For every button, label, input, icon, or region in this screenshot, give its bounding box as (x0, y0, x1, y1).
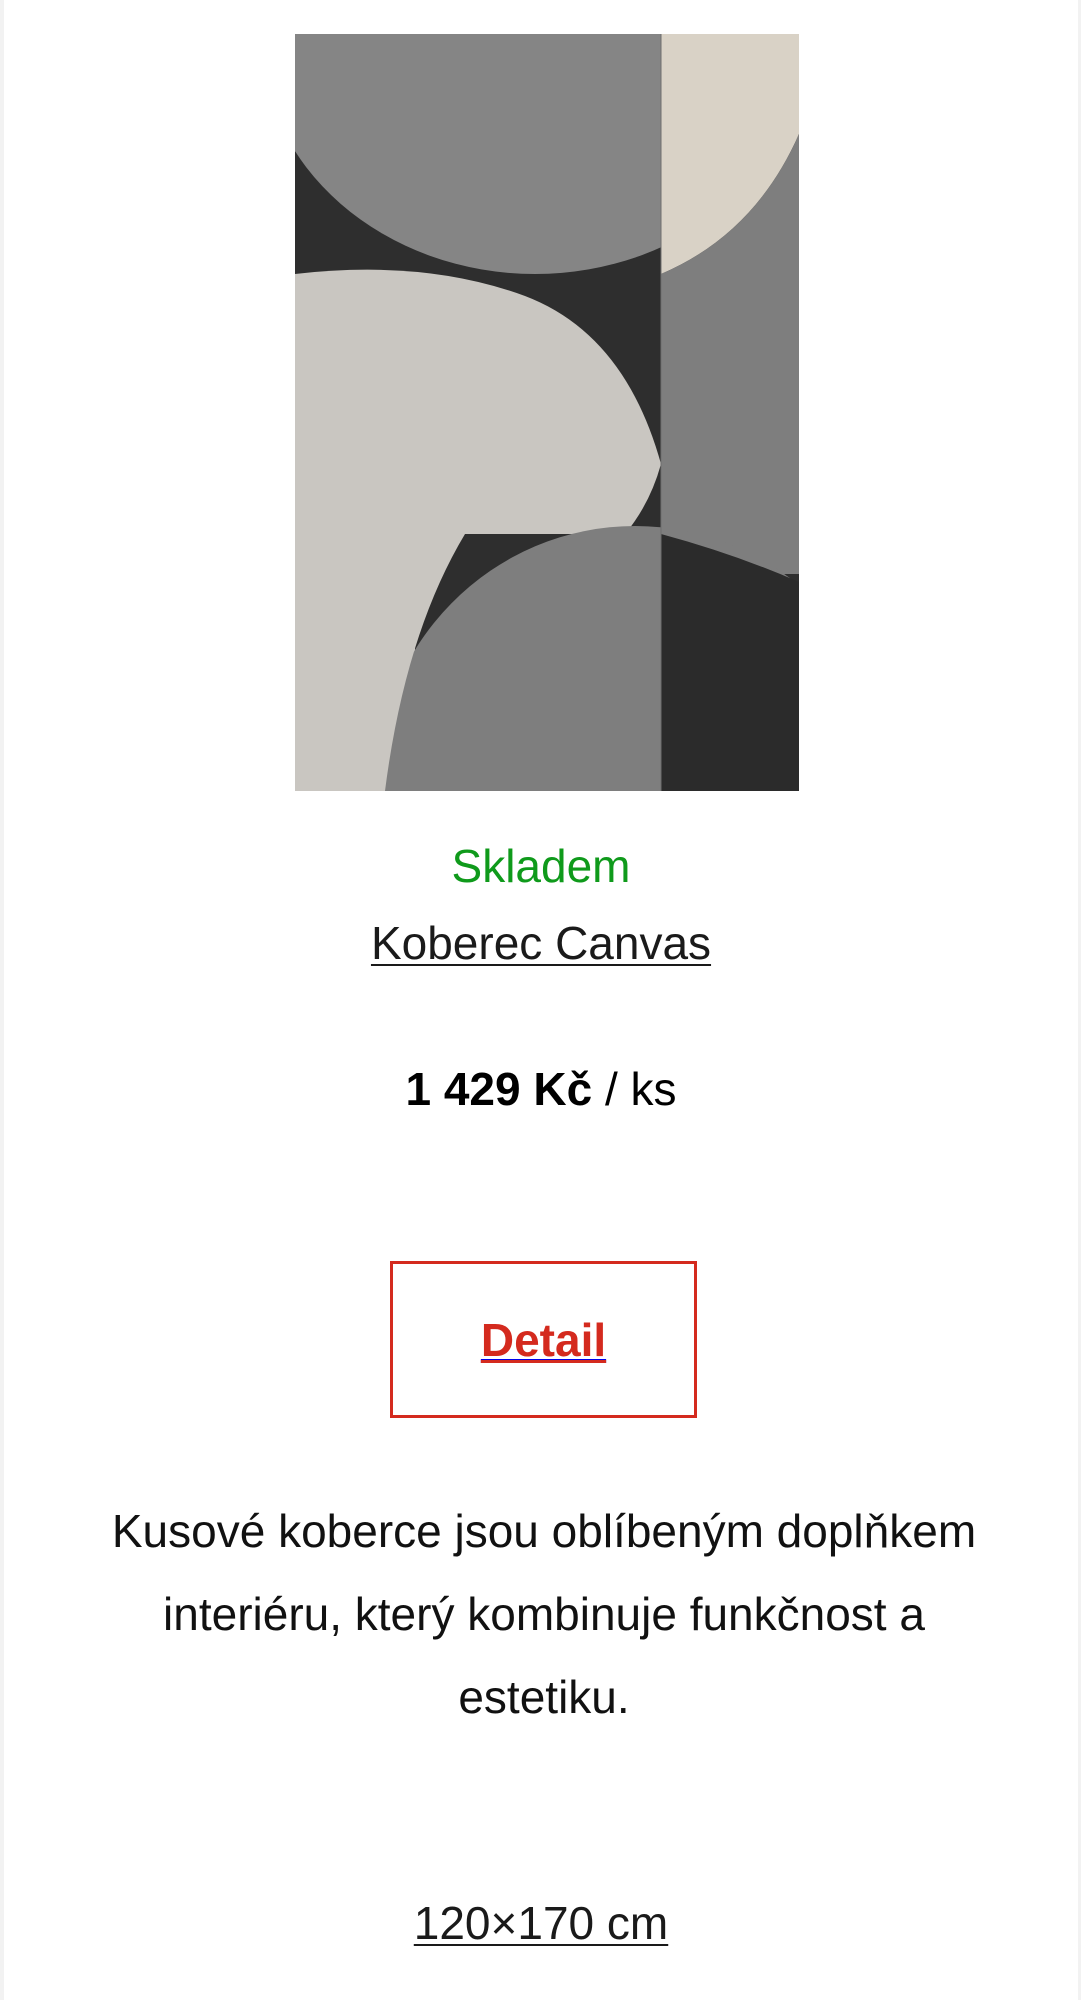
stock-status: Skladem (451, 840, 631, 892)
price-amount: 1 429 Kč (405, 1063, 593, 1115)
product-name: Koberec Canvas (4, 915, 1078, 971)
product-price: 1 429 Kč / ks (4, 1061, 1078, 1117)
detail-button-label: Detail (480, 1313, 607, 1366)
product-name-link[interactable]: Koberec Canvas (371, 917, 711, 969)
product-image[interactable] (295, 34, 799, 791)
product-size: 120×170 cm (4, 1895, 1078, 1951)
product-card: Skladem Koberec Canvas 1 429 Kč / ks Det… (4, 0, 1078, 2000)
product-description: Kusové koberce jsou oblíbeným doplňkem i… (111, 1505, 977, 1723)
size-link[interactable]: 120×170 cm (414, 1897, 668, 1949)
detail-button[interactable]: Detail (390, 1261, 697, 1418)
price-unit: / ks (592, 1063, 677, 1115)
